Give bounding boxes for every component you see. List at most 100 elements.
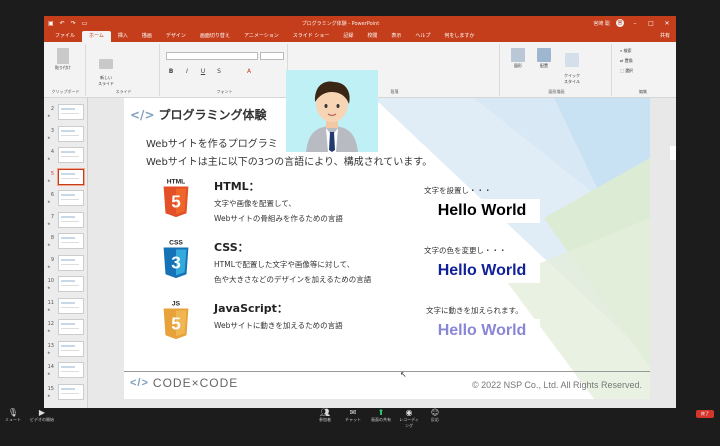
tab-12[interactable]: 何をしますか [437,31,481,42]
slide-number: 6 [50,192,54,198]
language-name: CSS： [214,241,249,254]
font-color-button[interactable]: A [244,68,254,75]
slide-thumbnail-image [58,362,84,378]
slide-thumbnail-image [58,233,84,249]
slide-number: 11 [47,299,54,306]
slide-thumbnail[interactable]: 9 ★ [46,254,86,273]
ppt-titlebar: ▣ ↶ ↷ ▭ プログラミング体験 - PowerPoint 宮崎 聡 宮 – … [44,16,676,30]
slide-thumbnail[interactable]: 15 ★ [46,383,86,402]
slide-thumbnail[interactable]: 5 ★ [46,168,86,187]
participants-button[interactable]: 👥︎ 参加者 [316,408,334,423]
svg-text:JS: JS [172,301,181,308]
redo-icon[interactable]: ↷ [71,20,76,27]
find-button[interactable]: ⌕ 検索 [620,48,632,54]
tab-0[interactable]: ファイル [48,31,82,42]
animation-star-icon: ★ [47,392,51,398]
replace-button[interactable]: ⇄ 置換 [620,58,633,64]
slide-thumbnail[interactable]: 8 ★ [46,233,86,251]
chat-button[interactable]: ✉ チャット [344,408,362,423]
vertical-scrollbar[interactable] [670,146,676,160]
tab-5[interactable]: 画面切り替え [193,31,237,42]
html-logo-icon: HTML 5 [163,179,189,218]
reaction-icon: ☺ [430,408,440,417]
tab-10[interactable]: 表示 [384,31,408,42]
arrange-button[interactable]: 配置 [532,48,556,69]
slide-thumbnail[interactable]: 10 ★ [46,276,86,294]
tab-4[interactable]: デザイン [159,31,193,42]
slide-thumbnail[interactable]: 6 ★ [46,190,86,208]
font-size-select[interactable] [260,52,284,60]
present-icon[interactable]: ▭ [82,20,88,27]
slide-thumbnail-image [58,254,84,271]
hello-world-demo: Hello World [424,199,540,223]
slide-thumbnail-image [58,190,84,206]
new-slide-button[interactable]: 新しい スライド [94,54,118,87]
animation-star-icon: ★ [47,285,51,290]
tab-3[interactable]: 描画 [135,31,159,42]
tab-2[interactable]: 挿入 [111,31,135,42]
demo-caption: 文字の色を変更し・・・ [424,246,507,255]
mic-icon: 🎙︎ [7,408,19,417]
mouse-cursor-icon: ↖ [400,370,407,379]
font-family-select[interactable] [166,52,258,60]
drawing-group: 図形 配置 クイック スタイル 図形描画 [502,44,612,96]
language-name: HTML： [214,180,260,193]
slide-thumbnail[interactable]: 11 ★ [46,297,86,316]
slide-number: 2 [50,106,54,112]
code-brackets-icon: </> [130,107,155,122]
reactions-button[interactable]: ☺ 反応 [426,408,444,423]
mute-button[interactable]: 🎙︎ ミュート [4,408,22,423]
underline-button[interactable]: U [198,68,208,75]
shapes-button[interactable]: 図形 [506,48,530,69]
arrange-icon [537,48,551,62]
animation-star-icon: ★ [47,113,51,118]
presenter-video [286,70,378,152]
tab-9[interactable]: 校閲 [360,31,384,42]
end-meeting-button[interactable]: 終了 [696,410,714,418]
tab-7[interactable]: スライド ショー [286,31,337,42]
slide-thumbnail[interactable]: 12 ★ [46,319,86,337]
animation-star-icon: ★ [47,134,51,140]
italic-button[interactable]: I [182,68,192,75]
share-icon: ⬆ [377,408,385,417]
share-button[interactable]: 共有 [653,31,676,42]
close-icon[interactable]: ✕ [662,20,672,27]
maximize-icon[interactable]: □ [646,20,656,27]
chat-icon: ✉ [349,408,357,417]
shadow-button[interactable]: S [214,68,224,75]
bold-button[interactable]: B [166,68,176,75]
save-icon[interactable]: ▣ [48,20,54,27]
slide-thumbnail[interactable]: 13 ★ [46,340,86,359]
paste-icon [57,48,69,64]
animation-star-icon: ★ [47,177,51,183]
slide-thumbnail[interactable]: 3 ★ [46,125,86,144]
minimize-icon[interactable]: – [630,20,640,27]
tab-11[interactable]: ヘルプ [408,31,437,42]
svg-text:HTML: HTML [167,179,186,186]
slide-number: 7 [50,213,54,220]
slide-canvas[interactable]: </> プログラミング体験 Webサイトを作るプログラミ Webサイトは主に以下… [124,98,650,399]
footer-divider [124,371,650,372]
video-button[interactable]: ▶ ビデオの開始 [30,408,54,423]
slide-number: 10 [47,278,54,284]
slide-thumbnail-pane[interactable]: 2 ★ 3 ★ 4 ★ 5 ★ 6 ★ 7 ★ 8 ★ 9 ★ 10 ★ 11 ★ 12 ★ 13 ★ 14 ★ 15 ★ [44,98,88,408]
slide-thumbnail[interactable]: 7 ★ [46,211,86,230]
tab-6[interactable]: アニメーション [237,31,286,42]
intro-line-2: Webサイトは主に以下の3つの言語により、構成されています。 [146,157,433,168]
font-group: B I U S A フォント [162,44,288,96]
select-button[interactable]: ⬚ 選択 [620,68,633,74]
copyright: © 2022 NSP Co., Ltd. All Rights Reserved… [471,380,642,390]
slide-thumbnail[interactable]: 14 ★ [46,362,86,380]
avatar[interactable]: 宮 [616,19,624,27]
animation-star-icon: ★ [47,263,51,269]
slide-thumbnail[interactable]: 4 ★ [46,147,86,165]
quick-style-button[interactable]: クイック スタイル [558,48,586,85]
tab-8[interactable]: 記録 [336,31,360,42]
slide-thumbnail[interactable]: 2 ★ [46,104,86,122]
share-screen-button[interactable]: ⬆ 画面の共有 [370,408,392,423]
slide-thumbnail-image [58,276,84,292]
undo-icon[interactable]: ↶ [60,20,65,27]
paste-button[interactable]: 貼り付け [50,48,76,71]
tab-1[interactable]: ホーム [82,31,111,42]
record-button[interactable]: ◉ レコーディング [398,408,420,429]
